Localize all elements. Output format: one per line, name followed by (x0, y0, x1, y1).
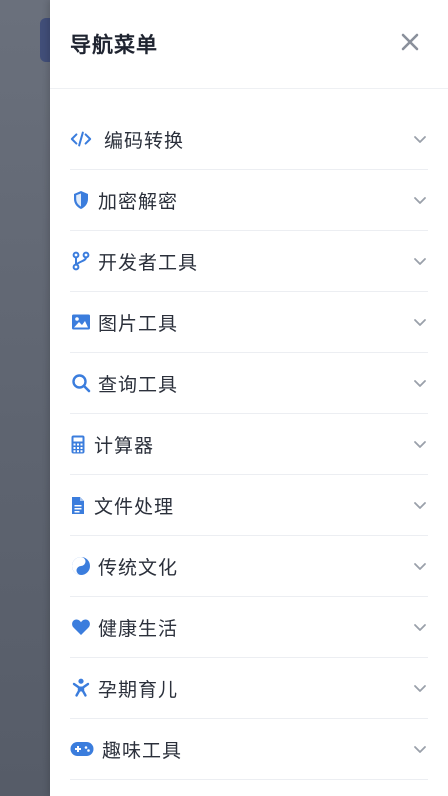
git-branch-icon (70, 250, 92, 272)
yin-yang-icon (70, 555, 92, 577)
menu-item-label: 传统文化 (98, 556, 179, 579)
menu-item-label: 编码转换 (104, 129, 185, 152)
shield-icon (70, 189, 92, 211)
drawer-title: 导航菜单 (70, 33, 158, 57)
close-icon (401, 33, 419, 51)
chevron-down-icon (414, 624, 426, 631)
image-icon (70, 311, 92, 333)
baby-icon (70, 677, 92, 699)
file-icon (70, 494, 86, 516)
menu-item-query-tools[interactable]: 查询工具 (70, 353, 428, 414)
menu-item-label: 加密解密 (98, 190, 179, 213)
menu-item-file-processing[interactable]: 文件处理 (70, 475, 428, 536)
calculator-icon (70, 433, 86, 455)
navigation-drawer: 导航菜单 编码转换 加密解密 开发者工具 图片工具 查询工具 计算器 文件处理 … (50, 0, 448, 796)
gamepad-icon (70, 738, 94, 760)
chevron-down-icon (414, 502, 426, 509)
chevron-down-icon (414, 136, 426, 143)
menu-item-calculator[interactable]: 计算器 (70, 414, 428, 475)
menu-item-pregnancy-parenting[interactable]: 孕期育儿 (70, 658, 428, 719)
menu-item-label: 健康生活 (98, 617, 179, 640)
heart-icon (70, 616, 92, 638)
drawer-header: 导航菜单 (50, 0, 448, 89)
close-button[interactable] (398, 30, 422, 54)
chevron-down-icon (414, 746, 426, 753)
chevron-down-icon (414, 441, 426, 448)
menu-item-label: 查询工具 (98, 373, 179, 396)
code-icon (70, 128, 92, 150)
menu-item-label: 文件处理 (94, 495, 175, 518)
menu-item-developer-tools[interactable]: 开发者工具 (70, 231, 428, 292)
chevron-down-icon (414, 319, 426, 326)
chevron-down-icon (414, 258, 426, 265)
menu-item-encoding[interactable]: 编码转换 (70, 109, 428, 170)
chevron-down-icon (414, 685, 426, 692)
chevron-down-icon (414, 197, 426, 204)
menu-item-label: 图片工具 (98, 312, 179, 335)
chevron-down-icon (414, 563, 426, 570)
menu-item-label: 开发者工具 (98, 251, 199, 274)
menu-item-encryption[interactable]: 加密解密 (70, 170, 428, 231)
search-icon (70, 372, 92, 394)
menu-item-label: 趣味工具 (102, 739, 183, 762)
menu-item-fun-tools[interactable]: 趣味工具 (70, 719, 428, 780)
menu-item-label: 计算器 (94, 434, 155, 457)
menu-item-healthy-life[interactable]: 健康生活 (70, 597, 428, 658)
menu-item-traditional-culture[interactable]: 传统文化 (70, 536, 428, 597)
chevron-down-icon (414, 380, 426, 387)
menu-item-label: 孕期育儿 (98, 678, 179, 701)
menu-item-image-tools[interactable]: 图片工具 (70, 292, 428, 353)
menu-list: 编码转换 加密解密 开发者工具 图片工具 查询工具 计算器 文件处理 传统文化 … (50, 89, 448, 780)
